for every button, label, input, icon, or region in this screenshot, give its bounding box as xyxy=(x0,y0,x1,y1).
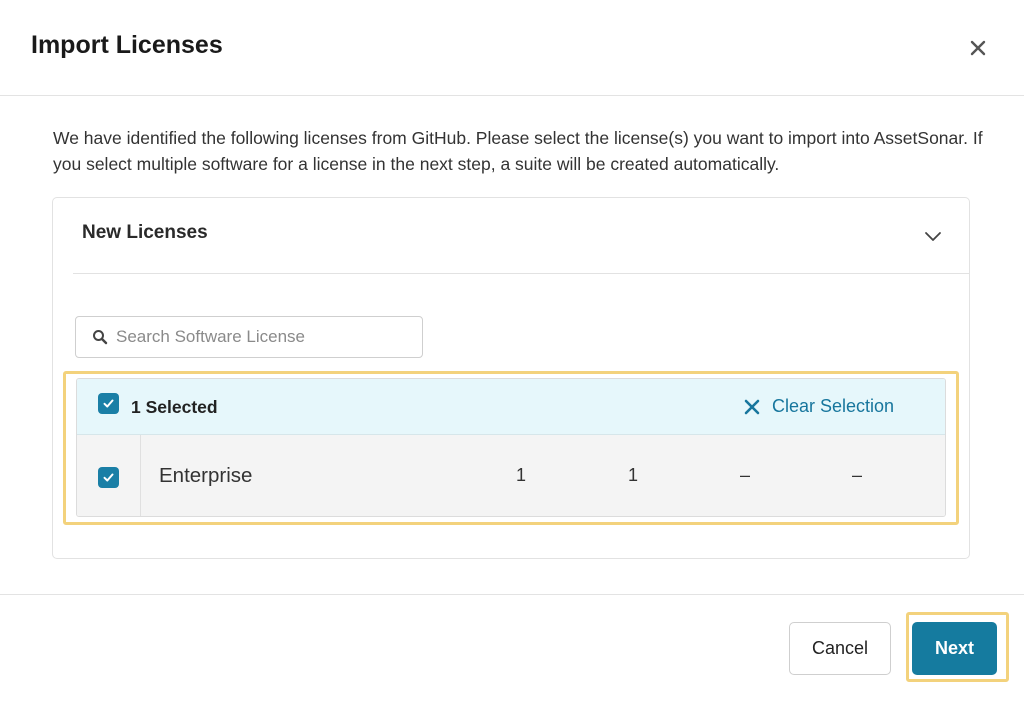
dialog-title: Import Licenses xyxy=(31,31,223,59)
clear-x-icon xyxy=(744,399,760,414)
panel-header[interactable]: New Licenses xyxy=(73,198,969,274)
import-licenses-dialog: Import Licenses We have identified the f… xyxy=(0,0,1024,702)
close-icon xyxy=(970,40,986,56)
select-all-checkbox[interactable] xyxy=(98,393,119,414)
cancel-button[interactable]: Cancel xyxy=(789,622,891,675)
search-field xyxy=(75,316,423,358)
row-cell-3: – xyxy=(739,465,750,485)
checkbox-checked-icon xyxy=(103,399,114,408)
panel-title: New Licenses xyxy=(82,222,208,243)
row-cell-2: 1 xyxy=(627,465,638,485)
clear-selection-label: Clear Selection xyxy=(772,396,895,416)
licenses-table: 1 Selected Clear Selection Enterprise 1 … xyxy=(76,378,946,517)
selected-count: 1 Selected xyxy=(131,397,218,417)
dialog-description: We have identified the following license… xyxy=(53,128,983,174)
row-checkbox[interactable] xyxy=(98,467,119,488)
cell-divider xyxy=(140,435,141,516)
checkbox-checked-icon xyxy=(103,473,114,482)
row-cell-4: – xyxy=(851,465,862,485)
table-row[interactable]: Enterprise 1 1 – – xyxy=(77,435,945,516)
row-cell-1: 1 xyxy=(515,465,526,485)
search-icon xyxy=(93,330,108,345)
selection-bar: 1 Selected Clear Selection xyxy=(77,379,945,435)
next-button[interactable]: Next xyxy=(912,622,997,675)
chevron-down-icon[interactable] xyxy=(921,224,945,248)
clear-selection-button[interactable]: Clear Selection xyxy=(744,396,894,417)
search-input[interactable] xyxy=(116,317,416,357)
license-name: Enterprise xyxy=(159,464,253,487)
dialog-header: Import Licenses xyxy=(0,0,1024,96)
close-button[interactable] xyxy=(962,32,994,64)
